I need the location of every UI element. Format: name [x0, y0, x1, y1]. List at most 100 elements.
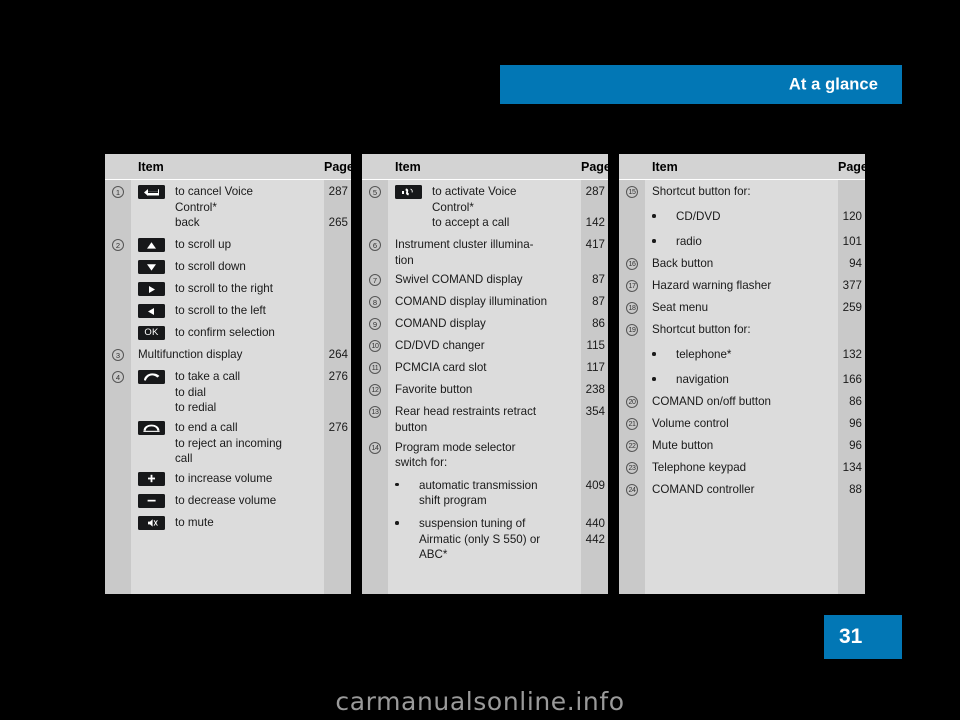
item-number-circle: 12: [369, 384, 381, 397]
item-number: 7: [362, 272, 388, 287]
item-number-circle: 14: [369, 441, 381, 454]
item-cell: Back button: [645, 256, 838, 272]
page-number-line: 442: [585, 532, 605, 546]
table-row: to mute: [105, 515, 351, 533]
item-number-circle: 24: [626, 484, 638, 496]
table-row: 13 Rear head restraints retract button 3…: [362, 404, 608, 435]
left-triangle-icon: [138, 304, 165, 319]
minus-icon: [138, 493, 165, 508]
item-cell: to take a call to dial to redial: [131, 369, 324, 416]
item-text-line: to dial: [175, 385, 206, 399]
item-number: 20: [619, 394, 645, 408]
item-number: 23: [619, 460, 645, 474]
item-text: PCMCIA card slot: [395, 361, 487, 375]
item-text: Back button: [652, 257, 714, 270]
column-header-item: Item: [138, 159, 164, 174]
column-header-item: Item: [652, 159, 678, 174]
item-text: to scroll to the right: [175, 282, 273, 296]
table-row: 3 Multifunction display 264: [105, 347, 351, 365]
item-number: [362, 215, 388, 217]
table-row: to end a call to reject an incoming call…: [105, 420, 351, 467]
item-number: 10: [362, 338, 388, 353]
item-number-circle: 5: [369, 186, 381, 198]
item-cell: COMAND on/off button: [645, 394, 838, 410]
item-cell: telephone*: [645, 347, 838, 363]
table-row: 20 COMAND on/off button 86: [619, 394, 865, 412]
table-row: 15 Shortcut button for:: [619, 184, 865, 202]
item-number: 5: [362, 184, 388, 198]
reference-tables: Item Page 1 to cancel Voice Control* 287: [105, 154, 868, 594]
table-header-row: Item Page: [362, 154, 611, 180]
page-number-badge: 31: [824, 615, 902, 659]
item-cell: to activate Voice Control*: [388, 184, 581, 215]
item-number-circle: 9: [369, 318, 381, 331]
table-row: CD/DVD 120: [619, 209, 865, 227]
item-text: Telephone keypad: [652, 461, 747, 474]
table-row: 18 Seat menu 259: [619, 300, 865, 318]
item-number-circle: 18: [626, 302, 638, 314]
item-text-line: Rear head restraints retract: [395, 405, 537, 419]
item-number: [105, 325, 131, 327]
page-number-cell: 142: [585, 216, 605, 230]
table-row: OK to confirm selection: [105, 325, 351, 343]
page-number-cell: 276: [328, 420, 348, 434]
item-number-circle: 10: [369, 340, 381, 353]
item-text: to increase volume: [175, 471, 273, 485]
item-cell: CD/DVD: [645, 209, 838, 225]
page-number-cell: 86: [592, 317, 605, 331]
item-text: Multifunction display: [138, 348, 243, 362]
item-text-line: Program mode selector: [395, 440, 516, 454]
item-number: [619, 347, 645, 349]
item-cell: to scroll to the right: [131, 281, 324, 297]
item-text-line: suspension tuning of: [419, 516, 526, 530]
item-number: [105, 420, 131, 422]
item-number-circle: 20: [626, 396, 638, 408]
item-text: to mute: [175, 515, 214, 529]
item-number: 11: [362, 360, 388, 375]
item-text-line: shift program: [419, 494, 487, 508]
watermark: carmanualsonline.info: [335, 687, 625, 716]
table-row: 21 Volume control 96: [619, 416, 865, 434]
item-text-line: button: [395, 420, 428, 434]
table-row: 14 Program mode selector switch for:: [362, 440, 608, 471]
item-cell: to scroll to the left: [131, 303, 324, 319]
table-row: to scroll to the left: [105, 303, 351, 321]
item-number-circle: 23: [626, 462, 638, 474]
table-row: 10 CD/DVD changer 115: [362, 338, 608, 356]
item-number: 9: [362, 316, 388, 331]
table-row: 7 Swivel COMAND display 87: [362, 272, 608, 290]
item-text: navigation: [676, 373, 729, 386]
item-number-circle: 17: [626, 280, 638, 292]
page-number-cell: 87: [592, 273, 605, 287]
item-number-circle: 15: [626, 186, 638, 198]
item-text-line: Instrument cluster illumina-: [395, 238, 534, 252]
column-header-page: Page: [324, 159, 354, 174]
table-body: 5 to activate Voice Control* 287 to acce…: [362, 180, 608, 594]
item-number-circle: 11: [369, 362, 381, 375]
page-number-cell: 87: [592, 295, 605, 309]
item-text: back: [175, 216, 200, 230]
item-text: Instrument cluster illumina- tion: [395, 237, 577, 268]
page-number-cell: 264: [328, 348, 348, 362]
table-row: 23 Telephone keypad 134: [619, 460, 865, 478]
item-text: to decrease volume: [175, 493, 277, 507]
item-number: [105, 303, 131, 305]
item-text-line: to activate Voice: [432, 185, 517, 198]
item-text: to take a call to dial to redial: [175, 369, 320, 416]
page-number-cell: 276: [328, 370, 348, 384]
item-number-circle: 13: [369, 406, 381, 419]
item-cell: to increase volume: [131, 471, 324, 487]
item-text-line: Airmatic (only S 550) or: [419, 532, 541, 546]
page-number-cell: 440 442: [581, 516, 608, 547]
item-text: Volume control: [652, 417, 729, 430]
item-text: to scroll down: [175, 260, 246, 274]
item-number: [105, 471, 131, 473]
item-text-line: to end a call: [175, 420, 238, 434]
table-row: suspension tuning of Airmatic (only S 55…: [362, 516, 608, 563]
item-text: COMAND display: [395, 317, 486, 331]
item-number: [362, 478, 388, 480]
page-number-cell: 96: [849, 417, 862, 430]
item-number: 8: [362, 294, 388, 309]
item-text: to scroll up: [175, 238, 232, 252]
item-text: to cancel Voice Control*: [175, 184, 320, 215]
